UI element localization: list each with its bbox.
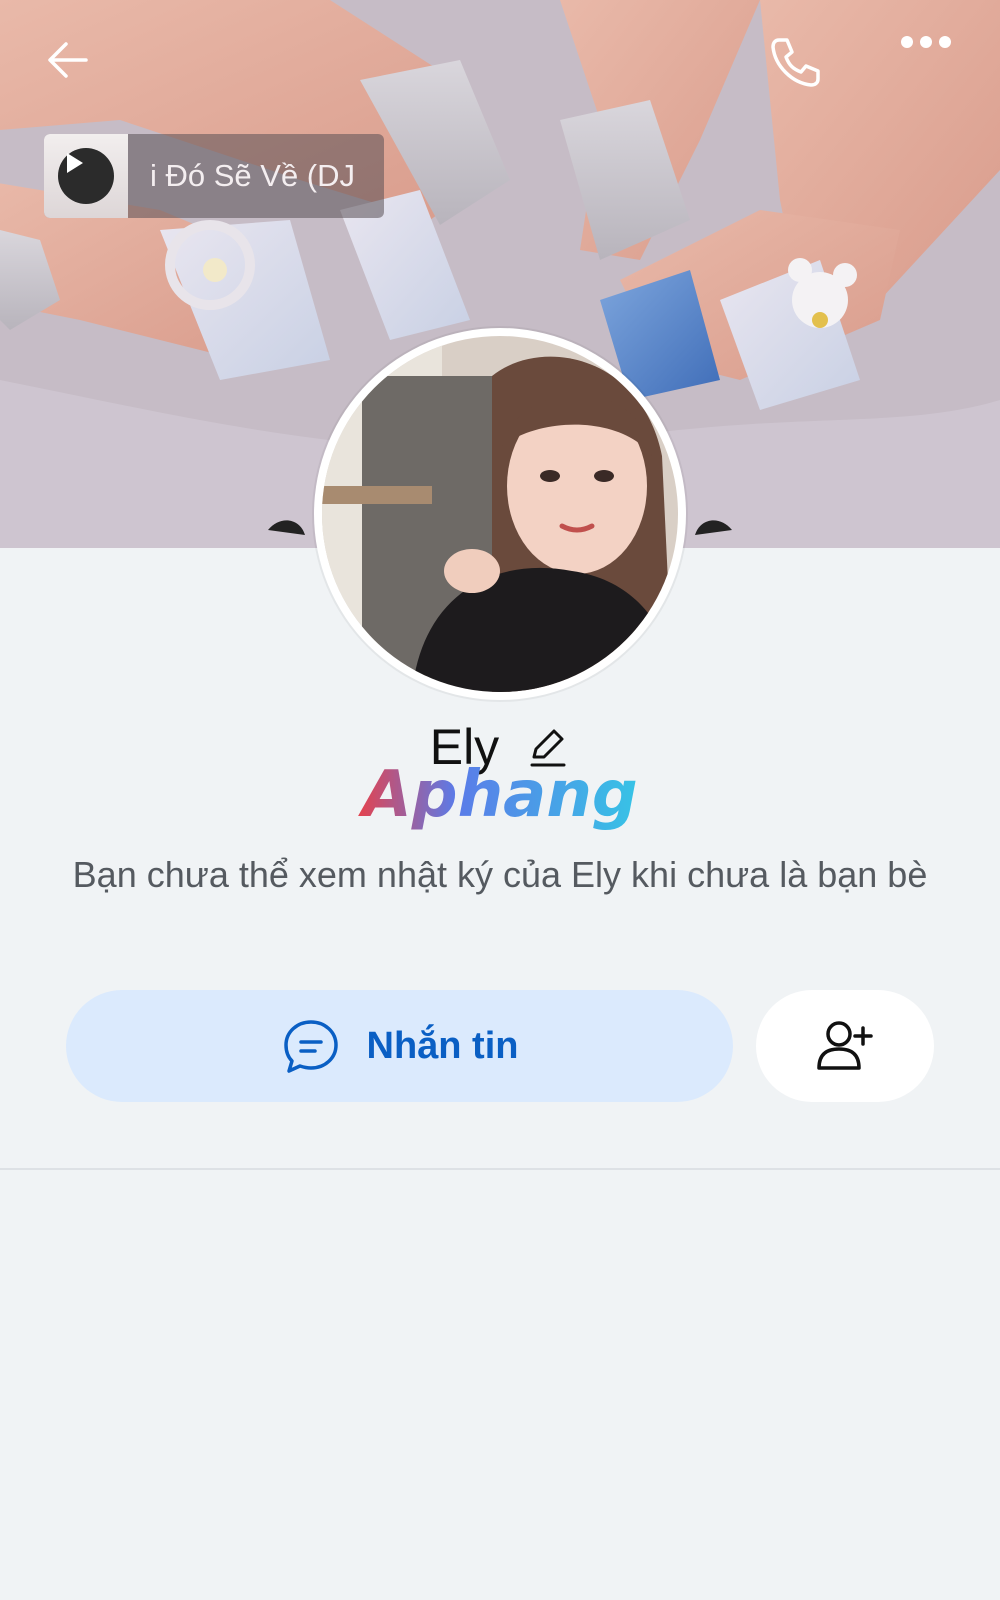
message-button[interactable]: Nhắn tin <box>66 990 733 1102</box>
watermark-text: Aphang <box>357 760 637 832</box>
profile-screen: i Đó Sẽ Về (DJ Ely Aphang Bạn chưa thể x… <box>0 0 1000 1600</box>
add-friend-icon <box>817 1021 873 1070</box>
music-title: i Đó Sẽ Về (DJ <box>150 158 356 193</box>
phone-icon <box>771 38 820 87</box>
play-button[interactable] <box>58 148 114 204</box>
watermark-logo: Aphang <box>357 760 637 832</box>
avatar[interactable] <box>314 328 686 700</box>
more-options-button[interactable] <box>898 32 970 104</box>
avatar-image <box>322 336 678 692</box>
call-button[interactable] <box>765 32 837 104</box>
arrow-left-icon <box>48 42 88 78</box>
music-thumbnail <box>44 134 128 218</box>
chat-bubble-icon <box>283 1020 338 1073</box>
play-icon <box>67 153 83 173</box>
back-button[interactable] <box>40 32 112 104</box>
profile-music-player[interactable]: i Đó Sẽ Về (DJ <box>44 134 384 218</box>
diary-privacy-notice: Bạn chưa thể xem nhật ký của Ely khi chư… <box>72 854 928 895</box>
section-divider <box>0 1168 1000 1170</box>
message-button-label: Nhắn tin <box>366 1024 519 1067</box>
more-dots-icon <box>901 36 951 48</box>
add-friend-button[interactable] <box>756 990 934 1102</box>
